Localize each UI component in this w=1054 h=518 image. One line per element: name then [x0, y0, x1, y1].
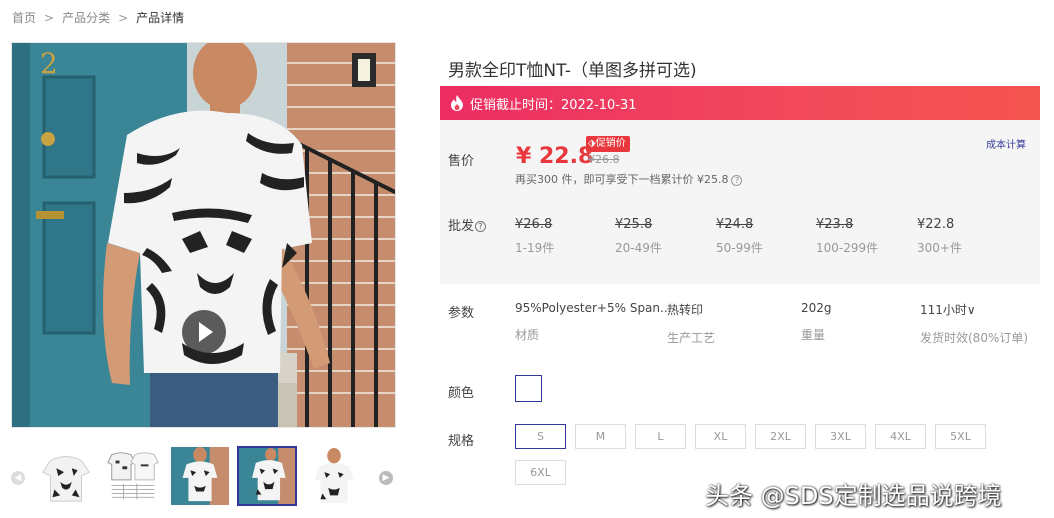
- breadcrumb-separator: >: [118, 11, 129, 25]
- tier-quantity: 50-99件: [716, 241, 763, 255]
- breadcrumb-category[interactable]: 产品分类: [62, 11, 110, 25]
- size-option-3xl[interactable]: 3XL: [815, 424, 866, 449]
- size-option-m[interactable]: M: [575, 424, 626, 449]
- current-price: ¥ 22.8: [516, 144, 594, 169]
- size-label: 规格: [448, 434, 475, 449]
- wholesale-tier: ¥25.8 20-49件: [615, 217, 662, 256]
- shipping-time-dropdown[interactable]: 111小时∨: [920, 301, 1028, 318]
- fire-icon: [451, 95, 463, 111]
- tag-icon: ⬗: [588, 138, 596, 149]
- thumbnail-prev-arrow[interactable]: ◀: [11, 471, 25, 485]
- thumbnail-1[interactable]: [36, 446, 96, 506]
- thumbnail-next-arrow[interactable]: ▶: [379, 471, 393, 485]
- param-shipping-time[interactable]: 111小时∨ 发货时效(80%订单): [920, 301, 1028, 346]
- promo-banner: 促销截止时间：2022-10-31: [440, 86, 1040, 120]
- question-icon[interactable]: ?: [475, 221, 487, 232]
- thumbnail-image: [239, 448, 295, 504]
- thumbnail-image: [104, 447, 162, 505]
- param-value: 95%Polyester+5% Span...: [515, 301, 672, 315]
- breadcrumb-separator: >: [44, 11, 55, 25]
- wholesale-tier: ¥23.8 100-299件: [816, 217, 878, 256]
- thumbnail-image: [171, 447, 229, 505]
- breadcrumb: 首页 > 产品分类 > 产品详情: [12, 9, 184, 26]
- price-tier-hint: 再买300 件，即可享受下一档累计价 ¥25.8?: [515, 171, 743, 187]
- size-option-5xl[interactable]: 5XL: [935, 424, 986, 449]
- param-key: 生产工艺: [667, 331, 716, 345]
- question-icon[interactable]: ?: [731, 174, 743, 186]
- thumbnail-strip: [36, 446, 364, 506]
- svg-text:2: 2: [40, 47, 58, 80]
- param-weight: 202g 重量: [801, 301, 832, 343]
- tier-price: ¥23.8: [816, 217, 854, 232]
- product-title: 男款全印T恤NT-（单图多拼可选): [448, 61, 697, 81]
- main-product-image[interactable]: 2: [11, 42, 396, 428]
- breadcrumb-home[interactable]: 首页: [12, 11, 36, 25]
- cost-calc-link[interactable]: 成本计算: [986, 136, 1026, 151]
- size-option-2xl[interactable]: 2XL: [755, 424, 806, 449]
- wholesale-tier: ¥24.8 50-99件: [716, 217, 763, 256]
- tier-quantity: 300+件: [917, 241, 962, 255]
- size-option-xl[interactable]: XL: [695, 424, 746, 449]
- color-swatch-white[interactable]: [515, 375, 542, 402]
- tier-price: ¥26.8: [515, 217, 553, 232]
- param-material: 95%Polyester+5% Span... 材质: [515, 301, 671, 343]
- thumbnail-3[interactable]: [170, 446, 230, 506]
- tier-price: ¥25.8: [615, 217, 653, 232]
- color-label: 颜色: [448, 386, 475, 401]
- promo-price-tag-label: 促销价: [595, 138, 626, 149]
- promo-price-tag: ⬗促销价: [586, 136, 630, 152]
- thumbnail-image: [305, 447, 363, 505]
- tier-quantity: 20-49件: [615, 241, 662, 255]
- param-key: 发货时效(80%订单): [920, 331, 1029, 345]
- param-process: 热转印 生产工艺: [667, 301, 715, 346]
- video-play-button[interactable]: [182, 310, 226, 354]
- size-option-l[interactable]: L: [635, 424, 686, 449]
- wholesale-tier: ¥22.8 300+件: [917, 217, 962, 256]
- wholesale-label-text: 批发: [448, 219, 475, 234]
- thumbnail-5[interactable]: [304, 446, 364, 506]
- wholesale-tier: ¥26.8 1-19件: [515, 217, 554, 256]
- thumbnail-image: [37, 447, 95, 505]
- watermark: 头条 @SDS定制选品说跨境: [705, 482, 1002, 510]
- size-option-6xl[interactable]: 6XL: [515, 460, 566, 485]
- param-value: 202g: [801, 301, 832, 315]
- param-key: 重量: [801, 328, 826, 342]
- price-tier-hint-text: 再买300 件，即可享受下一档累计价 ¥25.8: [515, 173, 729, 186]
- param-value: 热转印: [667, 303, 704, 317]
- tier-quantity: 100-299件: [816, 241, 879, 255]
- tier-price: ¥24.8: [716, 217, 754, 232]
- thumbnail-4[interactable]: [237, 446, 297, 506]
- params-label: 参数: [448, 306, 475, 321]
- price-label: 售价: [448, 154, 475, 169]
- breadcrumb-current: 产品详情: [136, 11, 185, 25]
- size-option-s[interactable]: S: [515, 424, 566, 449]
- tier-quantity: 1-19件: [515, 241, 555, 255]
- wholesale-label: 批发?: [448, 215, 487, 234]
- thumbnail-2[interactable]: [103, 446, 163, 506]
- original-price: ¥26.8: [588, 153, 620, 166]
- promo-deadline-text: 促销截止时间：2022-10-31: [470, 97, 637, 113]
- param-key: 材质: [515, 328, 540, 342]
- product-photo: 2: [12, 43, 395, 427]
- tier-price: ¥22.8: [917, 217, 955, 232]
- size-option-4xl[interactable]: 4XL: [875, 424, 926, 449]
